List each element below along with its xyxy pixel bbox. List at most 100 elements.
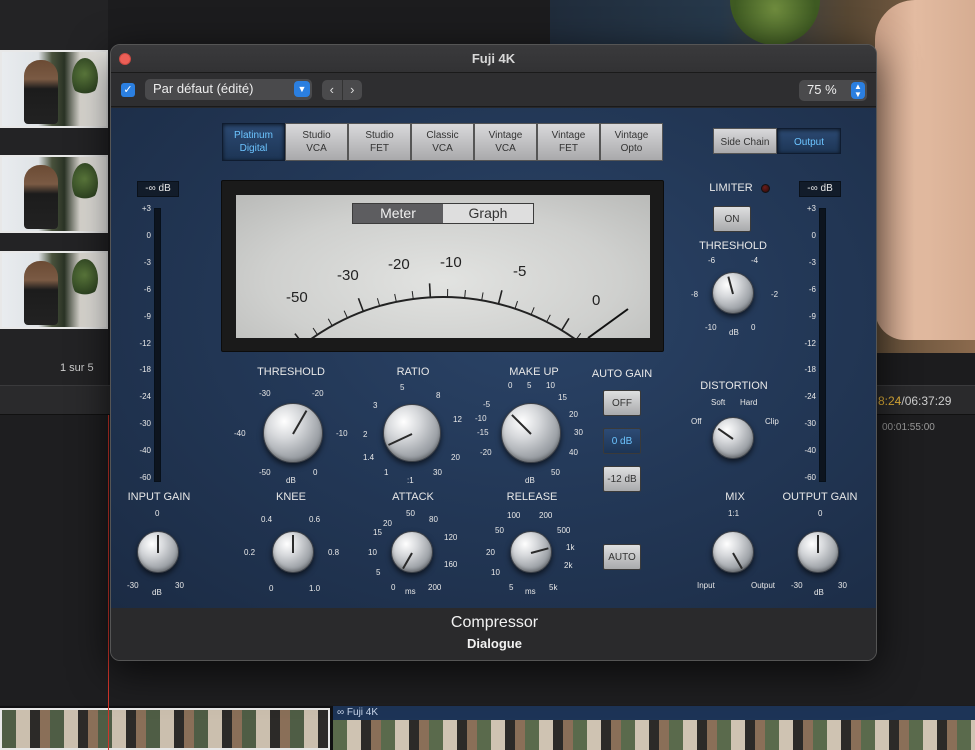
title-bar[interactable]: Fuji 4K	[111, 45, 876, 73]
knob-scale-label: 50	[406, 509, 415, 518]
knob-scale-label: 20	[569, 410, 578, 419]
meter-tick	[294, 333, 300, 338]
meter-scale-label: -3	[808, 257, 816, 267]
knob-scale-label: -5	[483, 400, 491, 409]
meter-scale-label: -24	[804, 392, 816, 402]
meter-scale-label: -60	[804, 473, 816, 482]
tab-graph[interactable]: Graph	[443, 204, 533, 223]
attack-knob[interactable]	[391, 531, 433, 573]
meter-tick	[343, 310, 348, 319]
close-button[interactable]	[119, 53, 131, 65]
meter-scale-label: +3	[141, 204, 151, 213]
output-gain-knob[interactable]	[797, 531, 839, 573]
meter-scale-label: 0	[811, 230, 816, 240]
distortion-label: DISTORTION	[700, 380, 768, 392]
input-level-meter	[154, 208, 161, 482]
limiter-threshold-label: THRESHOLD	[699, 240, 767, 252]
threshold-knob[interactable]	[263, 403, 323, 463]
ratio-knob[interactable]	[383, 404, 441, 462]
output-level-readout: -∞ dB	[799, 181, 841, 197]
meter-scale-label: -9	[143, 311, 151, 321]
knob-scale-label: Off	[691, 417, 702, 426]
knob-pointer	[727, 276, 734, 295]
next-preset-button[interactable]: ›	[343, 80, 363, 100]
circuit-button-vintage-fet[interactable]: Vintage FET	[537, 123, 600, 161]
timeline-clip[interactable]	[0, 708, 330, 750]
auto-gain-minus12db-button[interactable]: -12 dB	[603, 466, 641, 492]
knob-scale-label: 1.0	[309, 584, 321, 593]
release-knob[interactable]	[510, 531, 552, 573]
previous-preset-button[interactable]: ‹	[322, 80, 343, 100]
meter-tick	[464, 290, 466, 299]
side-chain-button[interactable]: Side Chain	[713, 128, 777, 154]
clip-thumbnail[interactable]	[0, 50, 108, 128]
threshold-label: THRESHOLD	[257, 366, 325, 378]
meter-scale-label: -30	[804, 419, 816, 429]
input-gain-knob[interactable]	[137, 531, 179, 573]
knob-scale-label: 0.4	[261, 515, 273, 524]
meter-scale-label: -40	[804, 446, 816, 456]
knob-scale-label: Clip	[765, 417, 779, 426]
knob-scale-label: 5	[527, 381, 532, 390]
clip-thumbnail[interactable]	[0, 155, 108, 233]
knob-scale-label: 0	[391, 583, 396, 592]
meter-needle	[587, 308, 629, 338]
knob-scale-label: -10	[705, 323, 717, 332]
knob-scale-label: 0	[751, 323, 756, 332]
playhead[interactable]	[108, 415, 109, 750]
meter-scale-label: 0	[592, 292, 600, 309]
auto-gain-off-button[interactable]: OFF	[603, 390, 641, 416]
limiter-on-button[interactable]: ON	[713, 206, 751, 232]
mix-knob[interactable]	[712, 531, 754, 573]
circuit-button-classic-vca[interactable]: Classic VCA	[411, 123, 474, 161]
circuit-button-vintage-opto[interactable]: Vintage Opto	[600, 123, 663, 161]
auto-gain-0db-button[interactable]: 0 dB	[603, 428, 641, 454]
enable-checkbox[interactable]: ✓	[121, 83, 135, 97]
knob-scale-label: 80	[429, 515, 438, 524]
knob-scale-label: 10	[546, 381, 555, 390]
makeup-knob[interactable]	[501, 403, 561, 463]
plugin-footer: Compressor Dialogue	[111, 608, 876, 660]
knob-scale-label: Soft	[711, 398, 726, 407]
knob-scale-label: 1k	[566, 543, 575, 552]
clip-thumbnail[interactable]	[0, 251, 108, 329]
knob-scale-label: -50	[259, 468, 271, 477]
knee-knob[interactable]	[272, 531, 314, 573]
preset-nav: ‹ ›	[322, 80, 362, 100]
chevron-down-icon: ▼	[294, 81, 310, 97]
knob-scale-label: 0.6	[309, 515, 321, 524]
meter-scale-label: -60	[139, 473, 151, 482]
knob-scale-label: 5	[400, 383, 405, 392]
timeline-ruler-time: 00:01:55:00	[882, 422, 935, 433]
circuit-button-studio-fet[interactable]: Studio FET	[348, 123, 411, 161]
clip-label: ∞ Fuji 4K	[337, 707, 379, 718]
circuit-button-platinum-digital[interactable]: Platinum Digital	[222, 123, 285, 161]
meter-tick	[514, 300, 519, 309]
knob-scale-label: 30	[574, 428, 583, 437]
limiter-threshold-knob[interactable]	[712, 272, 754, 314]
knob-scale-label: Hard	[740, 398, 758, 407]
meter-tick	[560, 317, 570, 331]
knob-scale-label: 30	[838, 581, 847, 590]
tab-meter[interactable]: Meter	[353, 204, 443, 223]
knob-scale-label: :1	[407, 476, 414, 485]
knob-scale-label: 10	[491, 568, 500, 577]
knob-pointer	[732, 552, 743, 570]
meter-tick	[428, 283, 432, 298]
knob-scale-label: 0	[508, 381, 513, 390]
circuit-button-studio-vca[interactable]: Studio VCA	[285, 123, 348, 161]
knob-scale-label: -20	[480, 448, 492, 457]
output-button[interactable]: Output	[777, 128, 841, 154]
circuit-button-vintage-vca[interactable]: Vintage VCA	[474, 123, 537, 161]
auto-release-button[interactable]: AUTO	[603, 544, 641, 570]
knob-scale-label: 10	[368, 548, 377, 557]
timeline-clip-selected[interactable]: ∞ Fuji 4K	[333, 706, 975, 750]
input-gain-label: INPUT GAIN	[127, 491, 191, 503]
distortion-knob[interactable]	[712, 417, 754, 459]
knob-scale-label: 5	[509, 583, 514, 592]
preset-menu[interactable]: Par défaut (édité) ▼	[145, 79, 312, 100]
knob-scale-label: dB	[152, 588, 162, 597]
meter-tick	[312, 327, 318, 335]
meter-scale-label: -40	[139, 446, 151, 456]
zoom-menu[interactable]: 75 % ▲ ▼	[799, 80, 867, 101]
